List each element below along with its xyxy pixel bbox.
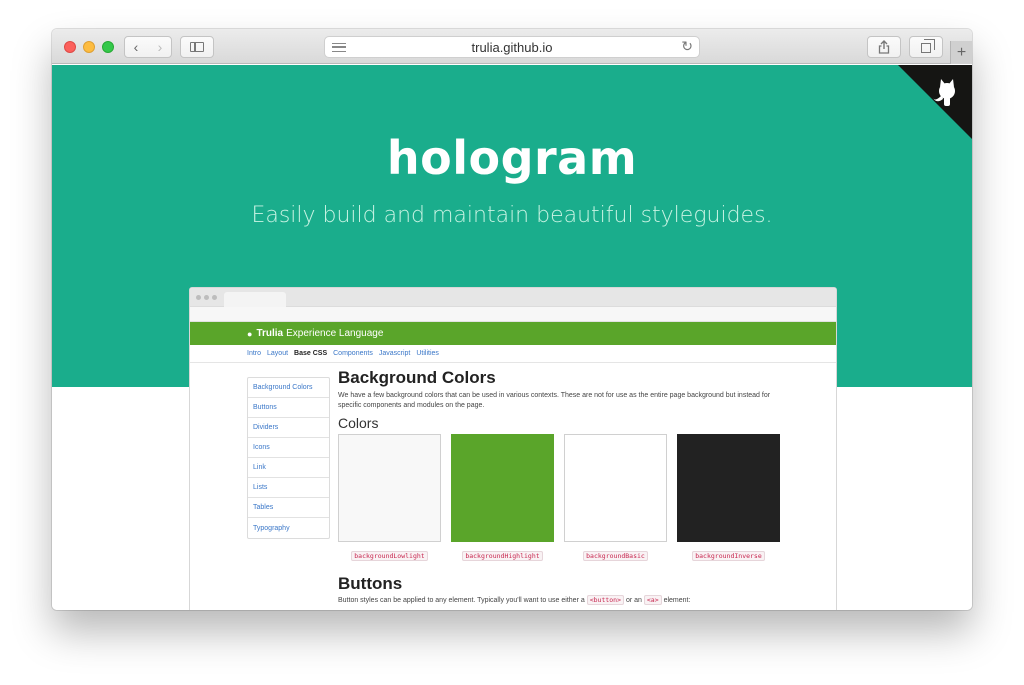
chevron-right-icon: › (157, 39, 163, 55)
page-subtitle: Easily build and maintain beautiful styl… (251, 203, 773, 228)
webpage: hologram Easily build and maintain beaut… (52, 65, 972, 610)
preview-sidebar-item: Tables (248, 498, 329, 518)
preview-brand-name: Trulia (256, 328, 284, 339)
preview-brand-bar: ● Trulia Experience Language (190, 322, 836, 345)
preview-sidebar: Background Colors Buttons Dividers Icons… (247, 377, 330, 539)
swatch-label: backgroundInverse (692, 551, 765, 561)
preview-sidebar-item: Lists (248, 478, 329, 498)
swatch-inverse (677, 434, 780, 542)
close-window-button[interactable] (64, 41, 76, 53)
swatch-highlight (451, 434, 554, 542)
preview-heading-buttons: Buttons (338, 574, 403, 593)
share-icon (878, 40, 890, 54)
reader-view-icon[interactable] (332, 43, 346, 52)
preview-nav-javascript: Javascript (378, 350, 411, 357)
history-nav-group: ‹ › (124, 36, 172, 58)
preview-nav-intro: Intro (247, 350, 262, 357)
back-button[interactable]: ‹ (124, 37, 148, 57)
color-swatches: backgroundLowlight backgroundHighlight b… (338, 434, 788, 561)
preview-subheading: Colors (338, 415, 379, 431)
preview-nav-components: Components (333, 350, 373, 357)
preview-screenshot: ● Trulia Experience Language Intro Layou… (189, 287, 837, 610)
sidebar-icon (190, 42, 204, 52)
preview-nav-base-css: Base CSS (294, 350, 328, 357)
swatch-label: backgroundLowlight (351, 551, 428, 561)
share-button[interactable] (867, 36, 901, 58)
swatch-lowlight (338, 434, 441, 542)
swatch-label: backgroundHighlight (462, 551, 543, 561)
github-corner-link[interactable] (898, 65, 972, 139)
preview-nav: Intro Layout Base CSS Components Javascr… (190, 345, 836, 363)
url-text: trulia.github.io (471, 39, 553, 55)
preview-sidebar-item: Typography (253, 524, 290, 532)
forward-button[interactable]: › (148, 37, 172, 57)
preview-description: We have a few background colors that can… (338, 392, 771, 409)
show-tabs-button[interactable] (909, 36, 943, 58)
tabs-icon (921, 39, 935, 53)
preview-buttons-description: Button styles can be applied to any elem… (338, 595, 691, 605)
preview-address-bar (190, 307, 836, 322)
preview-heading: Background Colors (338, 368, 496, 387)
swatch-basic (564, 434, 667, 542)
preview-sidebar-item: Background Colors (248, 378, 329, 398)
browser-window: ‹ › trulia.github.io ↻ + hologram Easily… (52, 29, 972, 610)
swatch-label: backgroundBasic (583, 551, 648, 561)
sidebar-toggle-button[interactable] (180, 36, 214, 58)
zoom-window-button[interactable] (102, 41, 114, 53)
browser-toolbar: ‹ › trulia.github.io ↻ + (52, 29, 972, 64)
location-pin-icon: ● (247, 328, 253, 339)
address-bar[interactable]: trulia.github.io ↻ (324, 36, 700, 58)
page-title: hologram (386, 131, 638, 185)
code-button: <button> (586, 595, 625, 605)
preview-brand-suffix: Experience Language (286, 328, 384, 339)
preview-sidebar-item: Buttons (248, 398, 329, 418)
code-anchor: <a> (643, 595, 662, 605)
preview-sidebar-item: Link (248, 458, 329, 478)
preview-sidebar-item: Icons (248, 438, 329, 458)
minimize-window-button[interactable] (83, 41, 95, 53)
preview-sidebar-item: Dividers (248, 418, 329, 438)
plus-icon: + (956, 43, 967, 61)
preview-nav-utilities: Utilities (416, 350, 439, 357)
new-tab-button[interactable]: + (950, 41, 972, 64)
preview-browser-chrome (190, 288, 836, 307)
preview-main-content: Background Colors We have a few backgrou… (338, 368, 788, 605)
chevron-left-icon: ‹ (133, 39, 139, 55)
reload-icon[interactable]: ↻ (681, 38, 693, 55)
preview-nav-layout: Layout (267, 350, 289, 357)
